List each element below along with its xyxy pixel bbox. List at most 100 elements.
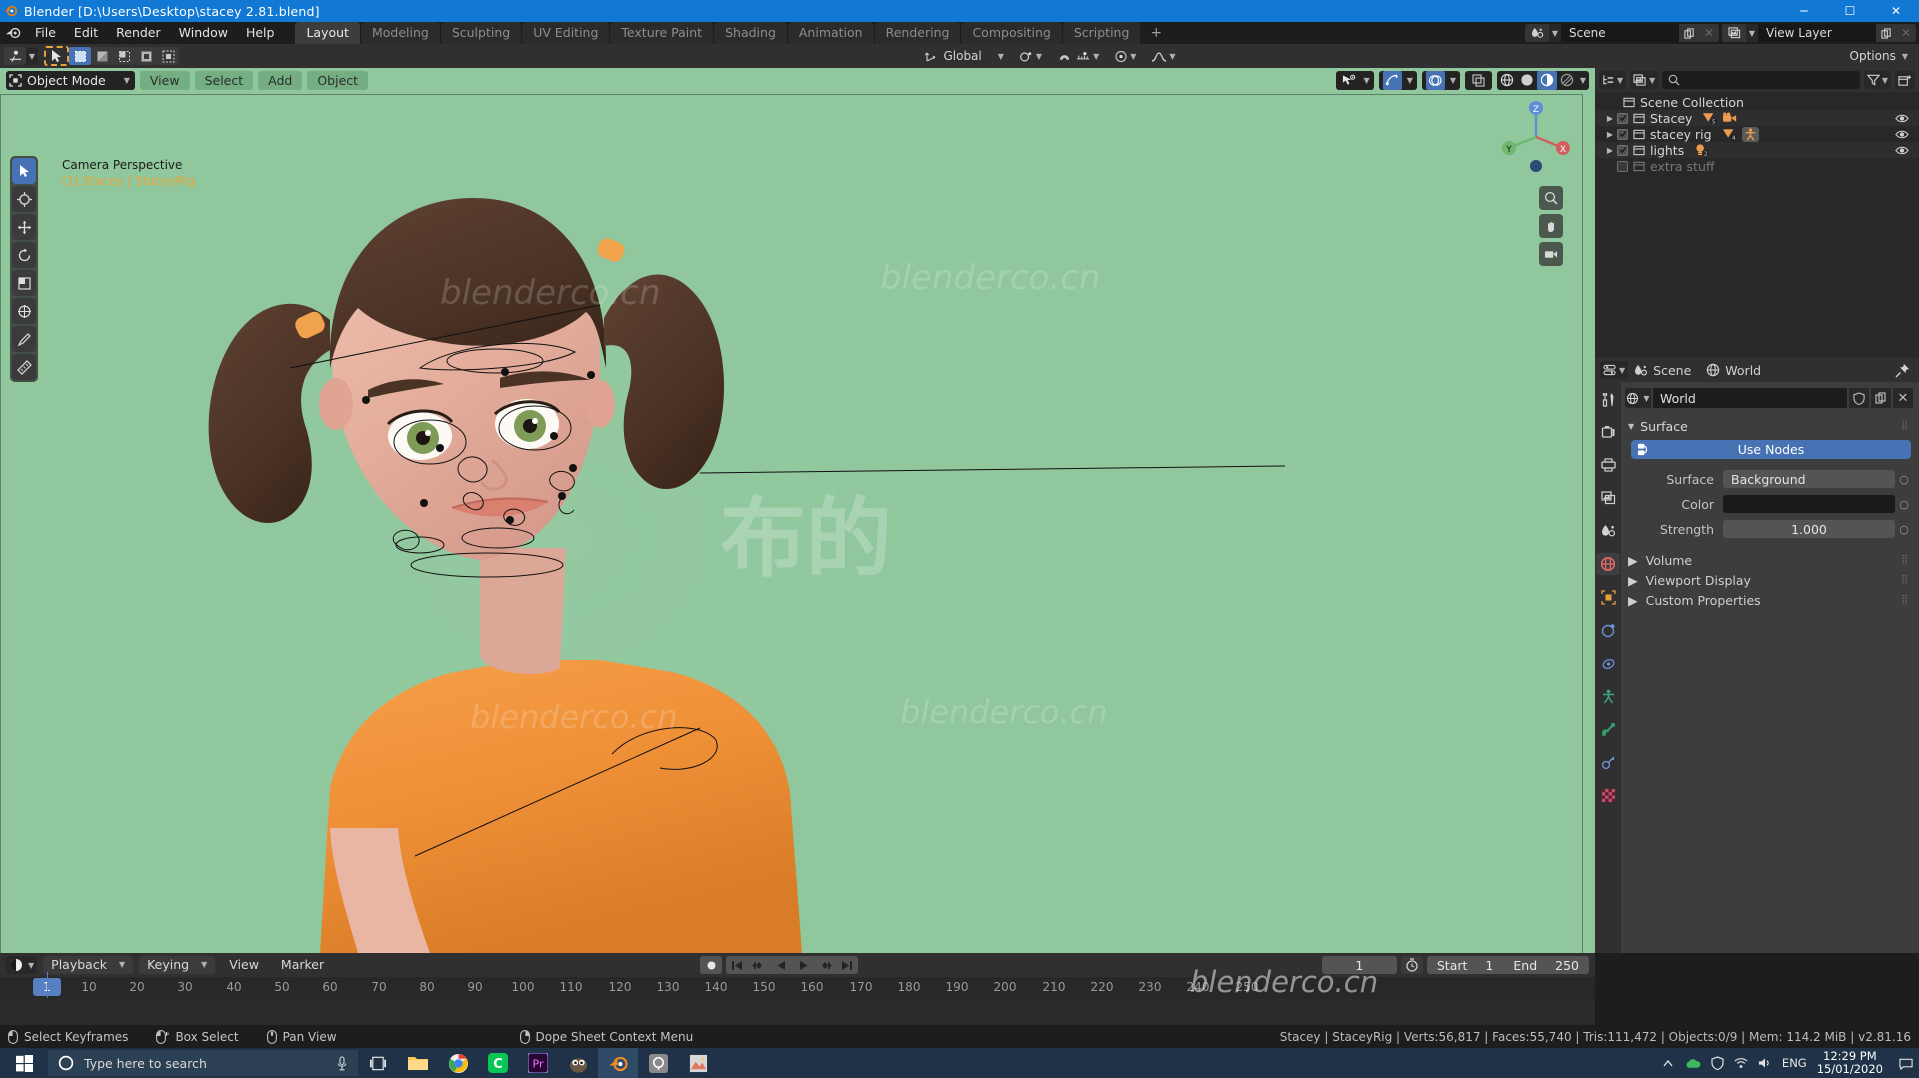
shading-chevron-down-icon[interactable]: ▼ (1577, 76, 1589, 85)
viewport-display-panel-expand-icon[interactable]: ▶ (1628, 573, 1638, 588)
menu-render[interactable]: Render (107, 23, 170, 43)
show-gizmo-icon[interactable] (1383, 71, 1402, 90)
material-preview-shading-icon[interactable] (1537, 71, 1557, 90)
select-subtract-icon[interactable] (113, 47, 135, 65)
tool-chevron-down-icon[interactable]: ▼ (26, 52, 38, 61)
frame-range-fields[interactable]: Start 1 End 250 (1427, 956, 1589, 974)
orientation-chevron-down-icon[interactable]: ▼ (996, 52, 1004, 61)
breadcrumb-world-label[interactable]: World (1725, 363, 1761, 378)
timeline-menu-marker[interactable]: Marker (273, 956, 332, 974)
select-extend-icon[interactable] (91, 47, 113, 65)
camera-view-icon[interactable] (1539, 242, 1563, 266)
overlays-dropdown[interactable]: ▼ (1422, 71, 1460, 90)
new-world-button[interactable] (1871, 388, 1891, 408)
tool-move[interactable] (12, 214, 36, 240)
scene-chevron-down-icon[interactable]: ▼ (1549, 29, 1561, 38)
new-scene-button[interactable] (1679, 24, 1699, 42)
lights-exclude-checkbox[interactable] (1617, 145, 1628, 156)
show-overlays-icon[interactable] (1426, 71, 1445, 90)
premiere-pro-icon[interactable]: Pr (518, 1048, 558, 1078)
viewport-display-panel-header[interactable]: ▶ Viewport Display ⣿ (1625, 570, 1913, 590)
visibility-chevron-down-icon[interactable]: ▼ (1362, 76, 1370, 85)
timeline-editor-type-dropdown[interactable]: ▼ (6, 956, 37, 974)
tab-texture-paint[interactable]: Texture Paint (610, 22, 713, 44)
wireframe-shading-icon[interactable] (1497, 71, 1517, 90)
tab-animation[interactable]: Animation (788, 22, 874, 44)
surface-panel-collapse-icon[interactable]: ▼ (1628, 422, 1634, 431)
snap-chevron-down-icon[interactable]: ▼ (1091, 52, 1099, 61)
gimp-icon[interactable] (558, 1048, 598, 1078)
current-frame-field[interactable]: 1 (1322, 956, 1397, 974)
tab-modeling[interactable]: Modeling (361, 22, 440, 44)
snap-increment-icon[interactable] (1072, 50, 1091, 63)
outliner-row-lights[interactable]: ▶ lights 2 (1595, 142, 1919, 158)
start-button[interactable] (0, 1048, 48, 1078)
tab-particle-properties[interactable] (1596, 652, 1620, 674)
tab-object-data-properties[interactable] (1596, 751, 1620, 773)
tab-output-properties[interactable] (1596, 454, 1620, 476)
auto-keyframe-record-button[interactable] (700, 956, 722, 974)
select-set-icon[interactable] (69, 47, 91, 65)
play-reverse-button[interactable] (770, 956, 792, 974)
background-color-swatch[interactable] (1723, 495, 1895, 513)
outliner-editor-type-dropdown[interactable]: ▼ (1599, 71, 1626, 89)
timeline-scrubbing-area[interactable]: 1 10 20 30 40 50 60 70 80 90 100 110 120… (0, 977, 1595, 999)
end-frame-field[interactable]: End 250 (1503, 956, 1589, 974)
chrome-icon[interactable] (438, 1048, 478, 1078)
properties-editor-type-dropdown[interactable]: ▼ (1600, 361, 1628, 379)
action-center-icon[interactable] (1899, 1057, 1913, 1070)
surface-shader-dropdown[interactable]: Background (1723, 470, 1895, 488)
tray-expand-icon[interactable] (1661, 1057, 1675, 1070)
tool-transform[interactable] (12, 298, 36, 324)
strength-value-slider[interactable]: 1.000 (1723, 520, 1895, 538)
add-workspace-button[interactable]: + (1141, 23, 1171, 44)
minimize-button[interactable]: ─ (1781, 0, 1827, 22)
tool-rotate[interactable] (12, 242, 36, 268)
volume-panel-header[interactable]: ▶ Volume ⣿ (1625, 550, 1913, 570)
stacey-exclude-checkbox[interactable] (1617, 113, 1628, 124)
start-frame-field[interactable]: Start 1 (1427, 956, 1504, 974)
object-mode-chevron-down-icon[interactable]: ▼ (122, 76, 130, 85)
tab-object-properties[interactable] (1596, 586, 1620, 608)
tab-shading[interactable]: Shading (714, 22, 787, 44)
lights-visibility-eye-icon[interactable] (1895, 145, 1909, 156)
tab-layout[interactable]: Layout (295, 22, 360, 44)
view-layer-name-field[interactable]: View Layer (1758, 24, 1876, 42)
tab-scene-properties[interactable] (1596, 520, 1620, 542)
network-icon[interactable] (1734, 1057, 1748, 1069)
cursor-arrow-icon[interactable] (50, 49, 63, 63)
outliner-row-extra-stuff[interactable]: extra stuff (1595, 158, 1919, 174)
falloff-chevron-down-icon[interactable]: ▼ (1167, 52, 1175, 61)
options-chevron-down-icon[interactable]: ▼ (1896, 52, 1908, 61)
menu-window[interactable]: Window (170, 23, 237, 43)
keying-chevron-down-icon[interactable]: ▼ (199, 956, 207, 974)
tab-rendering[interactable]: Rendering (875, 22, 961, 44)
file-explorer-icon[interactable] (398, 1048, 438, 1078)
proportional-edit-icon[interactable] (1114, 50, 1128, 63)
armature-icon[interactable] (1742, 127, 1759, 142)
maximize-button[interactable]: ☐ (1827, 0, 1873, 22)
outliner-display-mode-dropdown[interactable]: ▼ (1630, 71, 1658, 89)
strength-animate-dot-icon[interactable]: ○ (1895, 523, 1913, 536)
magnet-icon[interactable] (1057, 50, 1072, 63)
visibility-dropdown[interactable]: ▼ (1336, 71, 1374, 90)
navigation-gizmo[interactable]: Z Y X (1499, 100, 1573, 174)
scene-name-field[interactable]: Scene (1561, 24, 1679, 42)
task-view-icon[interactable] (358, 1048, 398, 1078)
zoom-view-icon[interactable] (1539, 186, 1563, 210)
tool-annotate[interactable] (12, 326, 36, 352)
language-indicator[interactable]: ENG (1782, 1056, 1807, 1070)
timeline-menu-view[interactable]: View (221, 956, 267, 974)
select-intersect-icon[interactable] (157, 47, 179, 65)
select-tool-highlight[interactable] (44, 46, 69, 66)
tab-physics-properties[interactable] (1596, 685, 1620, 707)
recorder-icon[interactable] (638, 1048, 678, 1078)
gizmo-chevron-down-icon[interactable]: ▼ (1405, 76, 1413, 85)
outliner-row-stacey-rig[interactable]: ▶ stacey rig 4 (1595, 126, 1919, 142)
tab-scripting[interactable]: Scripting (1063, 22, 1141, 44)
jump-to-start-button[interactable] (726, 956, 748, 974)
outliner-row-scene-collection[interactable]: Scene Collection (1595, 94, 1919, 110)
tab-object-constraint-properties[interactable] (1596, 718, 1620, 740)
properties-type-chevron-down-icon[interactable]: ▼ (1617, 366, 1625, 375)
timeline-type-chevron-down-icon[interactable]: ▼ (26, 961, 34, 970)
